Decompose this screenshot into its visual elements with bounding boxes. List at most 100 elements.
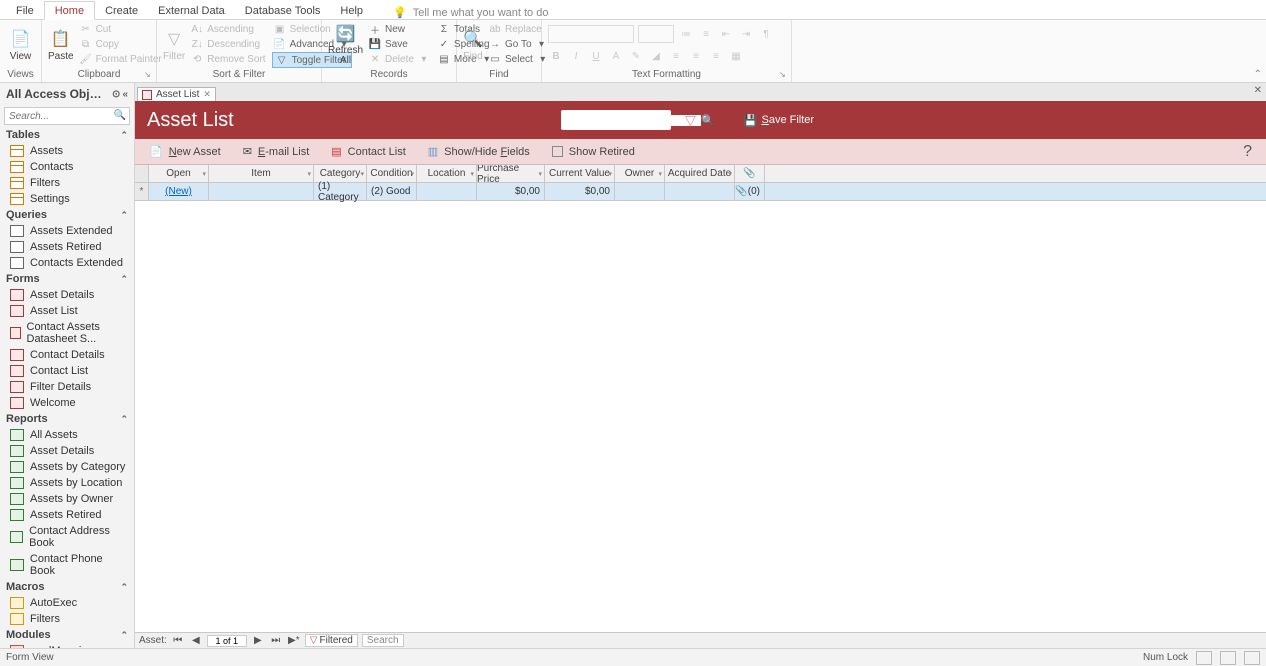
ascending-button[interactable]: A↓Ascending bbox=[189, 22, 267, 37]
cell-location[interactable] bbox=[417, 183, 477, 200]
email-list-button[interactable]: ✉ E-mail List bbox=[243, 145, 310, 158]
nav-item-contacts-extended[interactable]: Contacts Extended bbox=[0, 255, 134, 271]
nav-item-assets-retired[interactable]: Assets Retired bbox=[0, 239, 134, 255]
nav-item-assets-extended[interactable]: Assets Extended bbox=[0, 223, 134, 239]
recnav-search[interactable]: Search bbox=[362, 634, 404, 647]
datasheet-view-button[interactable] bbox=[1220, 651, 1236, 665]
copy-button[interactable]: ⧉Copy bbox=[78, 37, 164, 52]
table-row[interactable]: * (New) (1) Category (2) Good $0,00 $0,0… bbox=[135, 183, 1266, 201]
nav-item-asset-details[interactable]: Asset Details bbox=[0, 443, 134, 459]
col-location[interactable]: Location▾ bbox=[417, 165, 477, 182]
paste-button[interactable]: 📋 Paste bbox=[48, 22, 74, 68]
col-current-value[interactable]: Current Value▾ bbox=[545, 165, 615, 182]
tab-home[interactable]: Home bbox=[44, 1, 95, 20]
cell-attachments[interactable]: 📎(0) bbox=[735, 183, 765, 200]
search-icon[interactable]: 🔍 bbox=[701, 114, 715, 127]
clipboard-dialog-launcher[interactable]: ↘ bbox=[144, 70, 154, 80]
delete-record-button[interactable]: ✕Delete▾ bbox=[367, 52, 432, 67]
last-record-button[interactable]: ⏭ bbox=[269, 635, 283, 646]
new-record-button[interactable]: ＋New bbox=[367, 22, 432, 37]
cell-category[interactable]: (1) Category bbox=[314, 183, 367, 200]
nav-item-contact-address-book[interactable]: Contact Address Book bbox=[0, 523, 134, 551]
nav-search-input[interactable] bbox=[4, 107, 130, 125]
tab-help[interactable]: Help bbox=[330, 2, 373, 19]
nav-item-filters[interactable]: Filters bbox=[0, 175, 134, 191]
cell-owner[interactable] bbox=[615, 183, 665, 200]
tab-database-tools[interactable]: Database Tools bbox=[235, 2, 331, 19]
col-open[interactable]: Open▾ bbox=[149, 165, 209, 182]
nav-item-contact-assets-datasheet-s-[interactable]: Contact Assets Datasheet S... bbox=[0, 319, 134, 347]
cell-item[interactable] bbox=[209, 183, 314, 200]
textfmt-dialog-launcher[interactable]: ↘ bbox=[779, 70, 789, 80]
cell-open[interactable]: (New) bbox=[149, 183, 209, 200]
nav-item-assets[interactable]: Assets bbox=[0, 143, 134, 159]
nav-item-asset-details[interactable]: Asset Details bbox=[0, 287, 134, 303]
prev-record-button[interactable]: ◀ bbox=[189, 635, 203, 646]
form-view-button[interactable] bbox=[1196, 651, 1212, 665]
nav-collapse-icon[interactable]: « bbox=[122, 89, 128, 100]
nav-dropdown-icon[interactable]: ⊙ bbox=[112, 89, 120, 100]
cell-condition[interactable]: (2) Good bbox=[367, 183, 417, 200]
nav-item-assets-by-location[interactable]: Assets by Location bbox=[0, 475, 134, 491]
contact-list-button[interactable]: ▤ Contact List bbox=[331, 145, 406, 158]
form-search-input[interactable] bbox=[561, 115, 701, 126]
nav-item-contact-phone-book[interactable]: Contact Phone Book bbox=[0, 551, 134, 579]
close-tab-icon[interactable]: ✕ bbox=[203, 89, 211, 100]
col-purchase-price[interactable]: Purchase Price▾ bbox=[477, 165, 545, 182]
tab-file[interactable]: File bbox=[6, 2, 44, 19]
close-document-button[interactable]: ✕ bbox=[1254, 85, 1262, 96]
show-retired-checkbox[interactable]: Show Retired bbox=[552, 146, 635, 158]
nav-item-all-assets[interactable]: All Assets bbox=[0, 427, 134, 443]
select-all-button[interactable] bbox=[135, 165, 149, 182]
col-acquired-date[interactable]: Acquired Date▾ bbox=[665, 165, 735, 182]
new-asset-button[interactable]: 📄 New Asset bbox=[149, 145, 221, 158]
nav-item-assets-by-category[interactable]: Assets by Category bbox=[0, 459, 134, 475]
tab-create[interactable]: Create bbox=[95, 2, 148, 19]
show-hide-fields-button[interactable]: ▥ Show/Hide Fields bbox=[428, 145, 530, 158]
nav-item-assets-retired[interactable]: Assets Retired bbox=[0, 507, 134, 523]
nav-group-modules[interactable]: Modules⌃ bbox=[0, 627, 134, 643]
nav-group-reports[interactable]: Reports⌃ bbox=[0, 411, 134, 427]
nav-group-queries[interactable]: Queries⌃ bbox=[0, 207, 134, 223]
tell-me-search[interactable]: 💡 Tell me what you want to do bbox=[393, 6, 548, 19]
nav-item-filters[interactable]: Filters bbox=[0, 611, 134, 627]
nav-group-forms[interactable]: Forms⌃ bbox=[0, 271, 134, 287]
row-selector[interactable]: * bbox=[135, 183, 149, 200]
cell-acquired[interactable] bbox=[665, 183, 735, 200]
layout-view-button[interactable] bbox=[1244, 651, 1260, 665]
doc-tab-asset-list[interactable]: Asset List ✕ bbox=[137, 87, 216, 101]
nav-item-contact-list[interactable]: Contact List bbox=[0, 363, 134, 379]
nav-group-macros[interactable]: Macros⌃ bbox=[0, 579, 134, 595]
col-item[interactable]: Item▾ bbox=[209, 165, 314, 182]
nav-item-welcome[interactable]: Welcome bbox=[0, 395, 134, 411]
cut-button[interactable]: ✂Cut bbox=[78, 22, 164, 37]
col-attachments[interactable]: 📎 bbox=[735, 165, 765, 182]
filtered-indicator[interactable]: ▽Filtered bbox=[305, 634, 358, 647]
save-filter-button[interactable]: 💾 Save Filter bbox=[744, 114, 814, 127]
filter-funnel-icon[interactable]: ▽ bbox=[685, 112, 696, 129]
descending-button[interactable]: Z↓Descending bbox=[189, 37, 267, 52]
next-record-button[interactable]: ▶ bbox=[251, 635, 265, 646]
tab-external-data[interactable]: External Data bbox=[148, 2, 235, 19]
cell-price[interactable]: $0,00 bbox=[477, 183, 545, 200]
save-record-button[interactable]: 💾Save bbox=[367, 37, 432, 52]
nav-item-modmapping[interactable]: modMapping bbox=[0, 643, 134, 648]
nav-item-assets-by-owner[interactable]: Assets by Owner bbox=[0, 491, 134, 507]
first-record-button[interactable]: ⏮ bbox=[171, 635, 185, 646]
cell-value[interactable]: $0,00 bbox=[545, 183, 615, 200]
nav-item-contacts[interactable]: Contacts bbox=[0, 159, 134, 175]
new-record-nav-button[interactable]: ▶* bbox=[287, 635, 301, 646]
nav-item-autoexec[interactable]: AutoExec bbox=[0, 595, 134, 611]
nav-group-tables[interactable]: Tables⌃ bbox=[0, 127, 134, 143]
format-painter-button[interactable]: 🖌Format Painter bbox=[78, 52, 164, 67]
filter-button[interactable]: ▽ Filter bbox=[163, 22, 185, 68]
find-button[interactable]: 🔍 Find bbox=[463, 22, 483, 68]
nav-header[interactable]: All Access Obj… ⊙ « bbox=[0, 83, 134, 105]
col-condition[interactable]: Condition▾ bbox=[367, 165, 417, 182]
col-owner[interactable]: Owner▾ bbox=[615, 165, 665, 182]
view-button[interactable]: 📄 View bbox=[6, 22, 35, 68]
nav-item-filter-details[interactable]: Filter Details bbox=[0, 379, 134, 395]
ribbon-collapse-button[interactable]: ⌃ bbox=[1254, 69, 1262, 80]
nav-item-contact-details[interactable]: Contact Details bbox=[0, 347, 134, 363]
nav-item-asset-list[interactable]: Asset List bbox=[0, 303, 134, 319]
